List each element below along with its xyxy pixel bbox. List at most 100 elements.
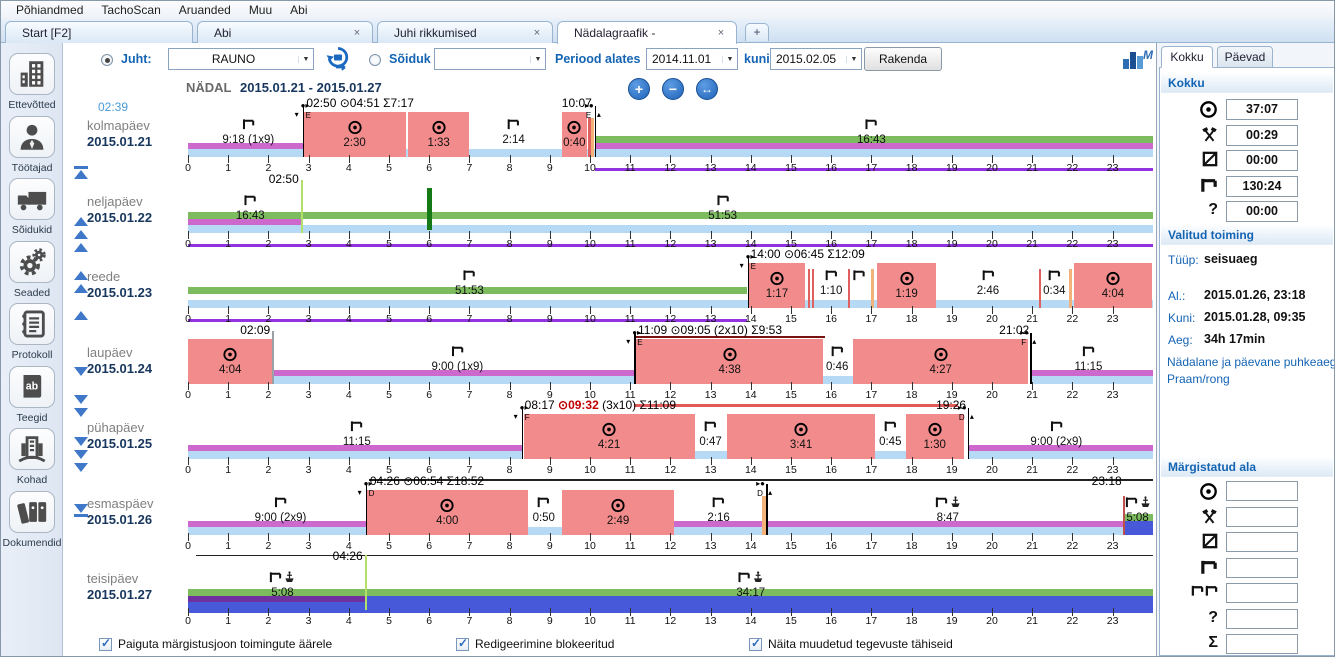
driver-value: RAUNO: [169, 52, 298, 66]
menu-bar: PõhiandmedTachoScanAruandedMuuAbi: [1, 1, 1335, 19]
checkbox-icon[interactable]: ✓: [456, 638, 469, 651]
selected-note-2: Praam/rong: [1167, 372, 1230, 386]
rest-icon: [1180, 559, 1218, 575]
driving-duration: 1:30: [924, 439, 946, 451]
activity-stripe[interactable]: [188, 589, 1153, 596]
marked-drive-input[interactable]: [1226, 481, 1298, 501]
day-name: reede: [87, 269, 120, 284]
total-avail-input[interactable]: 00:00: [1226, 150, 1298, 171]
tab-label: Abi: [214, 26, 342, 40]
rest-duration: 9:00 (2x9): [255, 512, 307, 524]
menu-põhiandmed[interactable]: Põhiandmed: [7, 2, 92, 18]
buildings-icon: [9, 53, 55, 95]
marked-sigma-input[interactable]: [1226, 634, 1298, 654]
driving-block[interactable]: 4:21: [524, 414, 695, 459]
panel-tab-päevad[interactable]: Päevad: [1217, 46, 1273, 68]
driving-block[interactable]: 4:00: [367, 490, 528, 535]
tab-abi[interactable]: Abi ×: [197, 21, 373, 43]
marker-line: [748, 257, 750, 308]
menu-abi[interactable]: Abi: [281, 2, 316, 18]
apply-button[interactable]: Rakenda: [864, 47, 942, 71]
chevron-down-icon[interactable]: ▼: [722, 56, 737, 63]
marker-letter: F: [525, 413, 530, 422]
driving-block[interactable]: 4:04: [188, 339, 272, 384]
driving-block[interactable]: 4:04: [1074, 263, 1151, 308]
rest-duration: 8:47: [937, 512, 959, 524]
marked-question-input[interactable]: [1226, 609, 1298, 629]
total-work-input[interactable]: 00:29: [1226, 125, 1298, 146]
marked-rest-input[interactable]: [1226, 558, 1298, 578]
driving-block[interactable]: 0:40: [562, 112, 587, 157]
tab-start-f2-[interactable]: Start [F2]: [5, 21, 193, 43]
menu-muu[interactable]: Muu: [240, 2, 281, 18]
rest-label: 9:00 (2x9): [1030, 420, 1082, 450]
activity-stripe[interactable]: [674, 521, 1124, 527]
marked-rest2-input[interactable]: [1226, 583, 1298, 603]
activity-stripe[interactable]: [875, 451, 905, 459]
option-checkbox-2[interactable]: ✓Redigeerimine blokeeritud: [456, 637, 614, 651]
tab-juhi-rikkumised[interactable]: Juhi rikkumised×: [377, 21, 553, 43]
activity-stripe[interactable]: [969, 451, 1153, 459]
driver-label: Juht:: [121, 52, 152, 66]
activity-stripe[interactable]: [823, 376, 853, 384]
driving-block[interactable]: 1:19: [877, 263, 935, 308]
chevron-down-icon[interactable]: ▼: [298, 56, 313, 63]
driving-block[interactable]: 1:33: [408, 112, 470, 157]
option-checkbox-3[interactable]: ✓Näita muudetud tegevuste tähiseid: [749, 637, 953, 651]
tab-close-icon[interactable]: ×: [714, 27, 728, 39]
option-checkbox-1[interactable]: ✓Paiguta märgistusjoon toimingute äärele: [99, 637, 332, 651]
total-drive-input[interactable]: 37:07: [1226, 99, 1298, 120]
activity-stripe[interactable]: [1125, 527, 1153, 535]
driver-radio[interactable]: [101, 54, 113, 66]
driving-block[interactable]: 1:17: [749, 263, 805, 308]
driving-block[interactable]: 1:30: [906, 414, 964, 459]
activity-stripe[interactable]: [595, 149, 1153, 157]
tab-close-icon[interactable]: ×: [350, 27, 364, 39]
activity-stripe[interactable]: [1032, 376, 1153, 384]
driving-block[interactable]: 4:27: [853, 339, 1028, 384]
activity-stripe[interactable]: [188, 451, 522, 459]
hour-label: 15: [785, 615, 797, 627]
driving-duration: 1:19: [895, 288, 917, 300]
tab-close-icon[interactable]: ×: [530, 27, 544, 39]
tab-n-dalagraafik-[interactable]: Nädalagraafik -×: [557, 21, 737, 44]
driving-block[interactable]: 4:38: [636, 339, 823, 384]
vehicle-combobox[interactable]: ▼: [434, 48, 546, 70]
driver-card-reload-button[interactable]: [324, 45, 352, 78]
marker-arrow-icon: ▴: [768, 488, 772, 497]
total-question-input[interactable]: 00:00: [1226, 201, 1298, 222]
marked-avail-input[interactable]: [1226, 532, 1298, 552]
to-value: 2015.01.28, 09:35: [1204, 310, 1305, 324]
new-tab-button[interactable]: +: [745, 23, 769, 41]
rest-duration: 9:18 (1x9): [222, 134, 274, 146]
period-from-combobox[interactable]: 2014.11.01▼: [646, 48, 738, 70]
total-rest-input[interactable]: 130:24: [1226, 176, 1298, 197]
checkbox-icon[interactable]: ✓: [749, 638, 762, 651]
activity-stripe[interactable]: [274, 376, 634, 384]
time-annotation: 21:02: [999, 323, 1029, 337]
chevron-down-icon[interactable]: ▼: [530, 56, 545, 63]
time-annotation: 04:26: [333, 549, 363, 563]
menu-aruanded[interactable]: Aruanded: [170, 2, 240, 18]
marker-letter: E: [586, 111, 591, 120]
vehicle-radio[interactable]: [369, 54, 381, 66]
period-to-combobox[interactable]: 2015.02.05▼: [770, 48, 862, 70]
menu-tachoscan[interactable]: TachoScan: [92, 2, 169, 18]
day-date: 2015.01.21: [87, 134, 152, 149]
rest-duration: 5:08: [1126, 512, 1148, 524]
checkbox-icon[interactable]: ✓: [99, 638, 112, 651]
chart-mode-icon[interactable]: M: [1121, 47, 1155, 76]
marker-letter: E: [306, 111, 311, 120]
drive-icon: [223, 347, 238, 362]
driving-block[interactable]: 3:41: [727, 414, 876, 459]
driver-combobox[interactable]: RAUNO▼: [168, 48, 314, 70]
rest-icon: [707, 496, 729, 508]
day-name: laupäev: [87, 345, 133, 360]
marked-work-input[interactable]: [1226, 507, 1298, 527]
activity-stripe[interactable]: [188, 212, 1153, 219]
driving-block[interactable]: 2:30: [303, 112, 406, 157]
marker-line: [634, 333, 636, 384]
driving-block[interactable]: 2:49: [562, 490, 675, 535]
panel-tab-kokku[interactable]: Kokku: [1161, 46, 1213, 68]
chevron-down-icon[interactable]: ▼: [846, 56, 861, 63]
